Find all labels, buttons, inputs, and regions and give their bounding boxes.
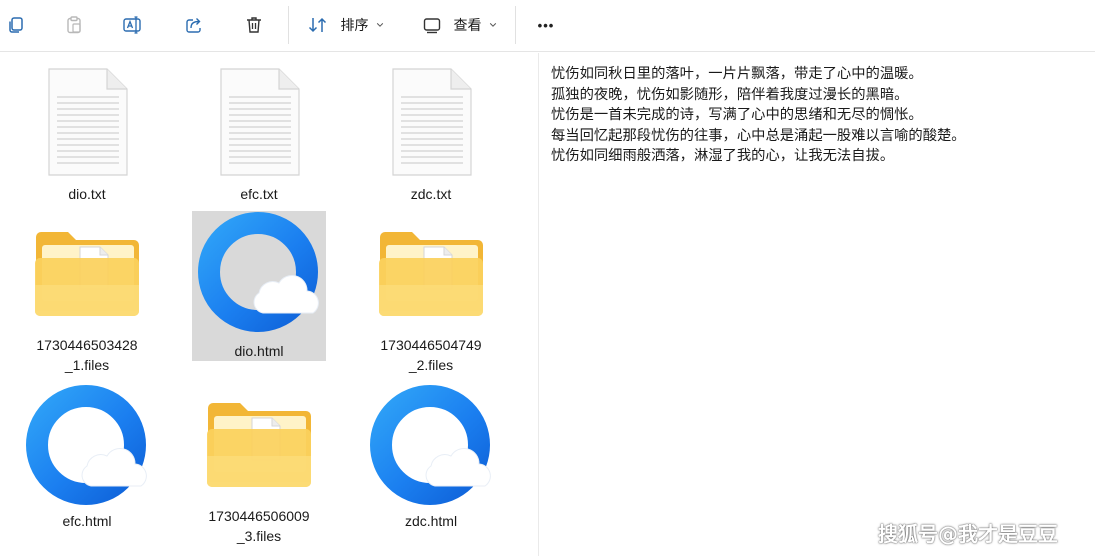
browser-html-file-icon <box>197 211 321 335</box>
preview-line: 忧伤如同细雨般洒落，淋湿了我的心，让我无法自拔。 <box>551 148 895 165</box>
rename-icon <box>123 16 141 34</box>
chevron-down-icon <box>489 23 496 27</box>
file-name: dio.html <box>234 343 284 359</box>
text-file-icon <box>45 67 129 177</box>
folder-icon <box>204 396 314 500</box>
rename-button[interactable] <box>116 8 150 42</box>
preview-line: 每当回忆起那段忧伤的往事，心中总是涌起一股难以言喻的酸楚。 <box>551 127 966 144</box>
file-item[interactable]: efc.txt <box>192 67 326 204</box>
browser-html-file-icon <box>25 384 149 508</box>
view-icon <box>423 18 440 34</box>
folder-name-line2: _1.files <box>64 357 110 373</box>
share-button[interactable] <box>177 8 211 42</box>
browser-html-file-icon <box>369 384 493 508</box>
file-item[interactable]: zdc.txt <box>364 67 498 204</box>
chevron-down-icon <box>376 23 383 27</box>
folder-name-line2: _3.files <box>236 528 282 544</box>
file-item[interactable]: dio.txt <box>20 67 154 204</box>
folder-name-line1: 1730446503428 <box>36 337 138 353</box>
file-item[interactable]: efc.html <box>20 384 154 531</box>
sort-button[interactable]: 排序 <box>300 8 390 42</box>
sort-icon <box>308 17 326 33</box>
folder-name-line1: 1730446506009 <box>208 508 310 524</box>
more-icon: ••• <box>537 17 555 33</box>
share-icon <box>186 18 201 33</box>
file-name: efc.html <box>62 513 112 529</box>
more-options-button[interactable]: ••• <box>528 8 564 42</box>
file-name: efc.txt <box>240 186 278 202</box>
view-label: 查看 <box>453 18 482 34</box>
toolbar-separator <box>288 6 289 44</box>
toolbar-separator <box>515 6 516 44</box>
folder-item[interactable]: 1730446504749 _2.files <box>364 223 498 375</box>
file-name: zdc.txt <box>410 186 452 202</box>
preview-pane-divider[interactable] <box>538 53 539 556</box>
trash-icon <box>247 17 261 33</box>
preview-line: 孤独的夜晚，忧伤如影随形，陪伴着我度过漫长的黑暗。 <box>551 86 909 103</box>
paste-button[interactable] <box>57 8 91 42</box>
delete-button[interactable] <box>237 8 271 42</box>
file-item[interactable]: zdc.html <box>364 384 498 531</box>
folder-icon <box>376 225 486 329</box>
preview-pane: 忧伤如同秋日里的落叶，一片片飘落，带走了心中的温暖。 孤独的夜晚，忧伤如影随形，… <box>551 64 1086 167</box>
command-bar: 排序 查看 ••• <box>0 0 1095 52</box>
folder-name-line2: _2.files <box>408 357 454 373</box>
file-name: dio.txt <box>68 186 106 202</box>
copy-button[interactable] <box>0 8 32 42</box>
folder-item[interactable]: 1730446503428 _1.files <box>20 223 154 375</box>
file-list-pane: dio.txt efc.txt zdc.txt 1730446503428 _1… <box>0 53 538 556</box>
preview-line: 忧伤如同秋日里的落叶，一片片飘落，带走了心中的温暖。 <box>551 66 923 82</box>
text-file-icon <box>389 67 473 177</box>
sort-label: 排序 <box>340 18 369 34</box>
folder-item[interactable]: 1730446506009 _3.files <box>192 394 326 546</box>
preview-line: 忧伤是一首未完成的诗，写满了心中的思绪和无尽的惆怅。 <box>551 107 923 124</box>
copy-icon <box>9 17 23 33</box>
text-file-icon <box>217 67 301 177</box>
file-item-selected[interactable]: dio.html <box>192 211 326 361</box>
view-button[interactable]: 查看 <box>414 8 504 42</box>
file-name: zdc.html <box>404 513 458 529</box>
watermark: 搜狐号@我才是豆豆 <box>878 522 1058 546</box>
folder-name-line1: 1730446504749 <box>380 337 482 353</box>
folder-icon <box>32 225 142 329</box>
paste-icon <box>67 16 81 34</box>
